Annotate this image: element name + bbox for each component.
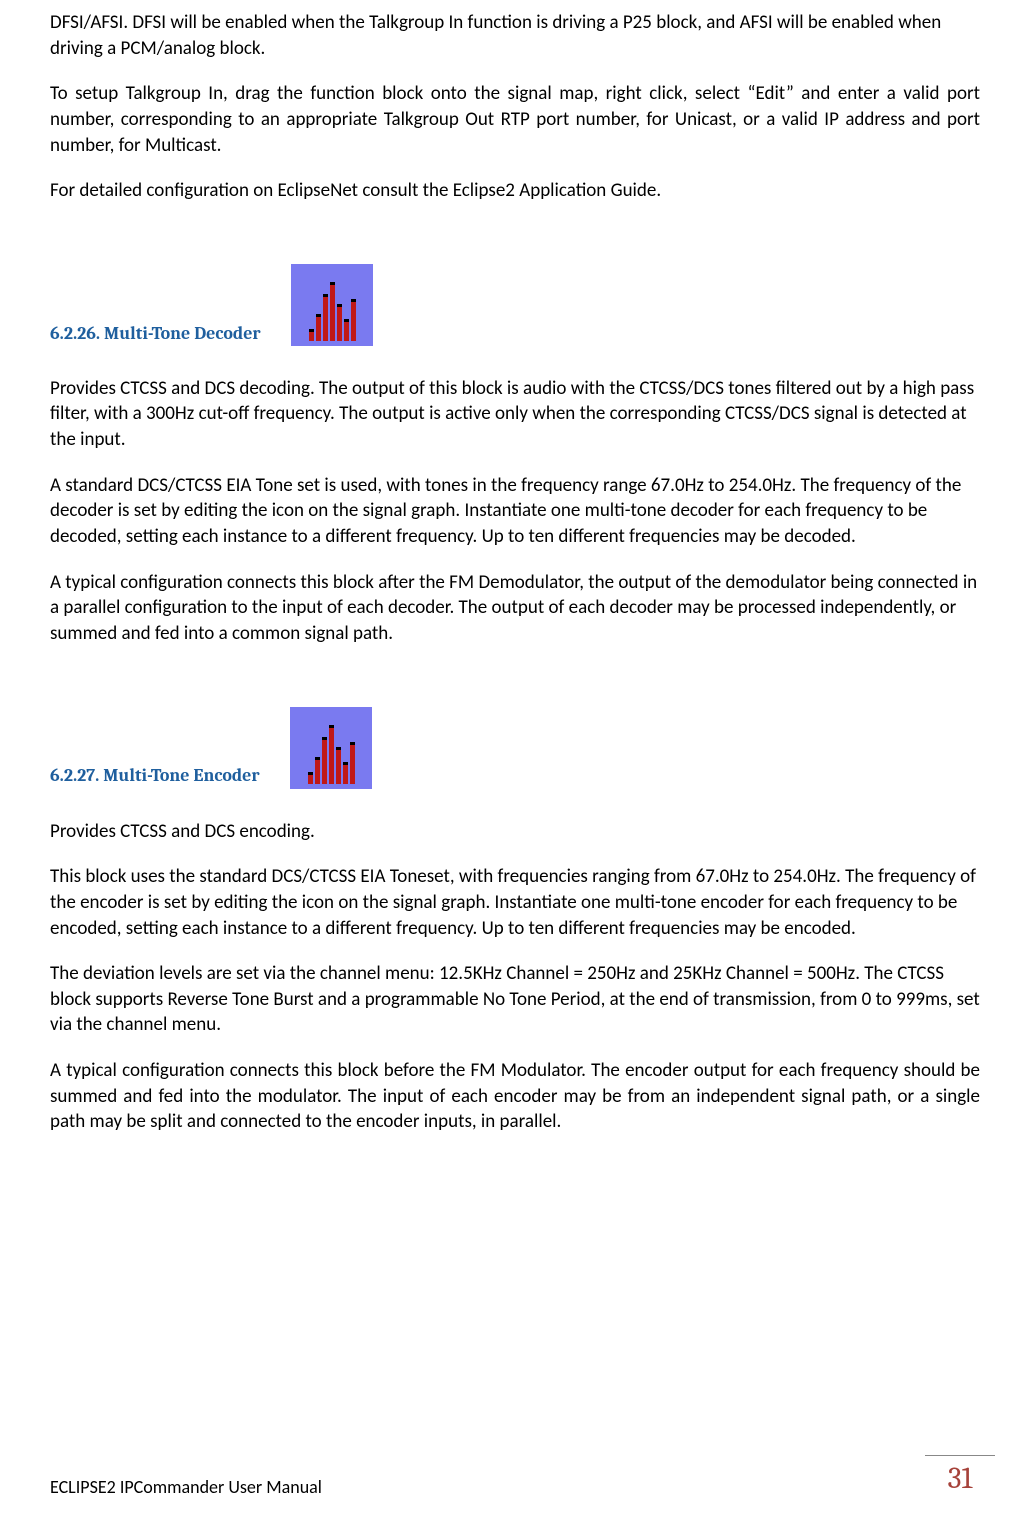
decoder-paragraph-1: Provides CTCSS and DCS decoding. The out…: [50, 376, 980, 453]
intro-paragraph-1: DFSI/AFSI. DFSI will be enabled when the…: [50, 10, 980, 61]
section-heading-encoder: 6.2.27. Multi-Tone Encoder: [50, 707, 980, 789]
intro-paragraph-2: To setup Talkgroup In, drag the function…: [50, 81, 980, 158]
footer-title: ECLIPSE2 IPCommander User Manual: [50, 1475, 322, 1499]
page-content: DFSI/AFSI. DFSI will be enabled when the…: [50, 0, 980, 1135]
decoder-paragraph-3: A typical configuration connects this bl…: [50, 570, 980, 647]
decoder-paragraph-2: A standard DCS/CTCSS EIA Tone set is use…: [50, 473, 980, 550]
page-footer: ECLIPSE2 IPCommander User Manual 31: [50, 1455, 995, 1500]
encoder-paragraph-1: Provides CTCSS and DCS encoding.: [50, 819, 980, 845]
encoder-paragraph-3: The deviation levels are set via the cha…: [50, 961, 980, 1038]
intro-paragraph-3: For detailed configuration on EclipseNet…: [50, 178, 980, 204]
page-number: 31: [948, 1459, 973, 1500]
page-number-wrap: 31: [925, 1455, 995, 1500]
encoder-paragraph-4: A typical configuration connects this bl…: [50, 1058, 980, 1135]
section-heading-decoder: 6.2.26. Multi-Tone Decoder: [50, 264, 980, 346]
multi-tone-icon: [290, 707, 372, 789]
page-number-divider: [925, 1455, 995, 1456]
multi-tone-icon: [291, 264, 373, 346]
heading-text-decoder: 6.2.26. Multi-Tone Decoder: [50, 322, 261, 346]
heading-text-encoder: 6.2.27. Multi-Tone Encoder: [50, 764, 260, 788]
encoder-paragraph-2: This block uses the standard DCS/CTCSS E…: [50, 864, 980, 941]
